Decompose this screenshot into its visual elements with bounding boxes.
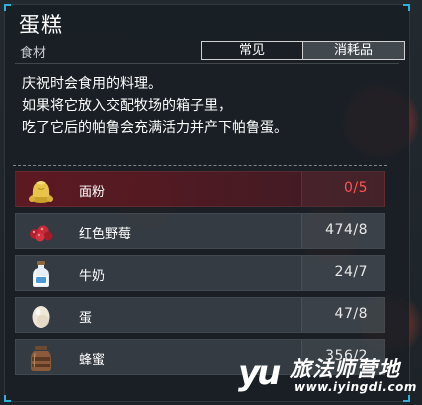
tab-bar: 常见 消耗品 <box>201 41 405 60</box>
ingredient-name: 牛奶 <box>79 269 106 284</box>
ingredient-count: 24/7 <box>334 264 368 280</box>
red-berries-icon <box>30 225 53 242</box>
header-divider <box>15 63 399 64</box>
tab-common[interactable]: 常见 <box>201 41 303 60</box>
honey-jar-icon <box>31 346 51 371</box>
ingredient-count: 0/5 <box>343 180 368 196</box>
ingredient-row-red-berries: 红色野莓 474/8 <box>15 213 385 249</box>
ingredient-count: 47/8 <box>334 306 368 322</box>
ingredient-count: 474/8 <box>325 222 368 238</box>
item-title: 蛋糕 <box>19 13 63 37</box>
ingredient-name: 蛋 <box>79 311 93 326</box>
ingredient-row-egg: 蛋 47/8 <box>15 297 385 333</box>
site-watermark: yu 旅法师营地 www.iyingdi.com <box>238 350 416 400</box>
description-line: 如果将它放入交配牧场的箱子里， <box>22 98 232 114</box>
dashed-divider <box>13 165 387 166</box>
item-description: 庆祝时会食用的料理。 如果将它放入交配牧场的箱子里， 吃了它后的帕鲁会充满活力并… <box>22 73 288 139</box>
item-detail-panel: 蛋糕 食材 常见 消耗品 庆祝时会食用的料理。 如果将它放入交配牧场的箱子里， … <box>4 4 410 402</box>
watermark-logo: yu <box>238 353 281 393</box>
ingredient-name: 面粉 <box>79 185 106 200</box>
description-line: 吃了它后的帕鲁会充满活力并产下帕鲁蛋。 <box>22 120 288 136</box>
item-category: 食材 <box>20 46 47 61</box>
watermark-url: www.iyingdi.com <box>294 380 417 394</box>
ingredient-row-flour: 面粉 0/5 <box>15 171 385 207</box>
ingredient-name: 蜂蜜 <box>79 353 106 368</box>
tab-consumable[interactable]: 消耗品 <box>303 41 405 60</box>
watermark-name: 旅法师营地 <box>290 357 400 381</box>
ingredient-row-milk: 牛奶 24/7 <box>15 255 385 291</box>
flour-sack-icon <box>29 181 53 203</box>
corner-accent <box>4 4 11 11</box>
corner-accent <box>4 395 11 402</box>
corner-accent <box>403 4 410 11</box>
count-cell <box>301 172 384 206</box>
ingredient-name: 红色野莓 <box>79 227 132 242</box>
egg-icon <box>32 306 50 328</box>
milk-bottle-icon <box>33 261 49 287</box>
description-line: 庆祝时会食用的料理。 <box>22 76 162 92</box>
